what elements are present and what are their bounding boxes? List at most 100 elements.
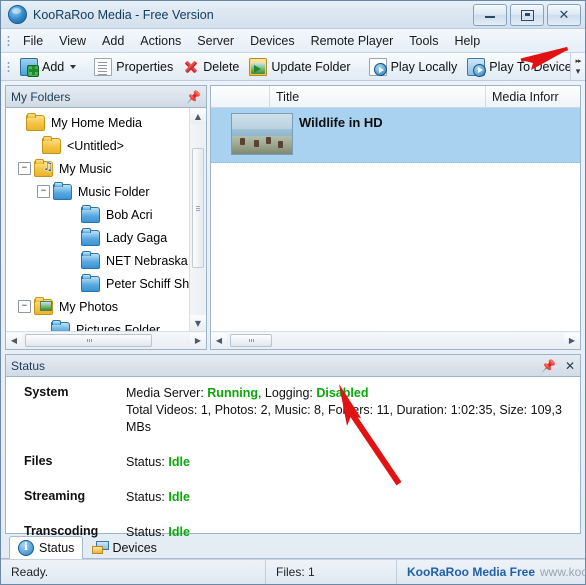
close-icon[interactable]: ✕ xyxy=(565,360,575,372)
delete-icon xyxy=(183,59,199,75)
tree-item-label: Music Folder xyxy=(78,184,150,199)
tree-item-lady-gaga[interactable]: Lady Gaga xyxy=(10,226,206,249)
folder-tree-horizontal-scrollbar[interactable]: ◀ ▶ xyxy=(6,331,206,349)
add-button[interactable]: Add xyxy=(15,56,81,78)
media-list-horizontal-scrollbar[interactable]: ◀ ▶ xyxy=(211,331,580,349)
files-status-prefix: Status: xyxy=(126,455,169,469)
folder-blue-icon xyxy=(81,273,100,292)
update-folder-button-label: Update Folder xyxy=(271,59,351,74)
close-button[interactable]: ✕ xyxy=(547,4,581,26)
tree-item-my-home-media[interactable]: My Home Media xyxy=(10,111,206,134)
play-locally-button[interactable]: Play Locally xyxy=(364,56,463,78)
pin-icon[interactable]: 📌 xyxy=(541,360,556,372)
folder-photo-icon xyxy=(34,296,53,315)
tree-item-net-nebraska[interactable]: NET Nebraska xyxy=(10,249,206,272)
scroll-left-arrow-icon[interactable]: ◀ xyxy=(6,332,22,349)
toolbar-drag-grip[interactable] xyxy=(5,59,12,74)
tree-expander-collapse-icon[interactable]: − xyxy=(37,185,50,198)
tree-expander-collapse-icon[interactable]: − xyxy=(18,300,31,313)
brand-url: www.kooraroo.com xyxy=(540,565,586,579)
network-icon xyxy=(92,541,110,554)
status-row-value: Media Server: Running, Logging: Disabled… xyxy=(126,385,580,436)
properties-button-label: Properties xyxy=(116,59,174,74)
tree-item-label: My Photos xyxy=(59,299,119,314)
menu-item-devices[interactable]: Devices xyxy=(242,31,302,51)
info-icon: i xyxy=(18,540,34,556)
maximize-button[interactable] xyxy=(510,4,544,26)
toolbar-overflow-button[interactable]: ▸▸ ▾ xyxy=(570,53,585,80)
menu-item-add[interactable]: Add xyxy=(94,31,132,51)
my-folders-panel: My Folders 📌 My Home Media <Untitled> − … xyxy=(5,85,207,350)
tree-item-pictures-folder[interactable]: Pictures Folder xyxy=(10,318,206,331)
pin-icon[interactable]: 📌 xyxy=(186,91,201,103)
menu-item-view[interactable]: View xyxy=(51,31,94,51)
menu-bar: File View Add Actions Server Devices Rem… xyxy=(1,29,585,53)
scroll-right-arrow-icon[interactable]: ▶ xyxy=(190,332,206,349)
minimize-icon xyxy=(485,13,495,18)
menu-drag-grip[interactable] xyxy=(5,33,12,48)
scroll-right-arrow-icon[interactable]: ▶ xyxy=(564,332,580,349)
menu-item-remote-player[interactable]: Remote Player xyxy=(303,31,402,51)
folder-music-icon xyxy=(34,158,53,177)
add-button-label: Add xyxy=(42,59,65,74)
column-header-media-information[interactable]: Media Inforr xyxy=(486,86,580,107)
folder-blue-icon xyxy=(81,227,100,246)
media-list-thumbnail-column[interactable] xyxy=(211,86,270,107)
add-dropdown-caret-icon[interactable] xyxy=(70,64,77,69)
menu-item-help[interactable]: Help xyxy=(446,31,488,51)
media-list-row[interactable]: Wildlife in HD xyxy=(211,108,580,163)
logging-state: Disabled xyxy=(316,386,369,400)
tree-item-untitled[interactable]: <Untitled> xyxy=(10,134,206,157)
column-header-title[interactable]: Title xyxy=(270,86,486,107)
transcoding-status-prefix: Status: xyxy=(126,525,169,539)
toolbar-overflow-chevron-icon: ▾ xyxy=(575,66,581,76)
media-server-prefix: Media Server: xyxy=(126,386,208,400)
properties-icon xyxy=(94,57,113,76)
status-row-streaming: Streaming Status: Idle xyxy=(6,489,580,506)
scroll-down-arrow-icon[interactable]: ▼ xyxy=(190,315,206,331)
update-folder-icon xyxy=(249,57,268,76)
tree-item-my-photos[interactable]: − My Photos xyxy=(10,295,206,318)
status-row-transcoding: Transcoding Status: Idle xyxy=(6,524,580,541)
tab-status[interactable]: i Status xyxy=(9,536,84,559)
play-locally-icon xyxy=(368,57,387,76)
folder-yellow-icon xyxy=(26,112,45,131)
my-folders-title: My Folders xyxy=(11,89,71,104)
system-totals-line: Total Videos: 1, Photos: 2, Music: 8, Fo… xyxy=(126,402,580,436)
play-to-device-button[interactable]: Play To Device xyxy=(462,56,586,78)
tree-item-label: <Untitled> xyxy=(67,138,124,153)
tree-expander-collapse-icon[interactable]: − xyxy=(18,162,31,175)
folder-blue-icon xyxy=(81,204,100,223)
minimize-button[interactable] xyxy=(473,4,507,26)
tree-item-music-folder[interactable]: − Music Folder xyxy=(10,180,206,203)
media-list-body[interactable]: Wildlife in HD xyxy=(211,108,580,331)
tree-item-peter-schiff-show[interactable]: Peter Schiff Show xyxy=(10,272,206,295)
status-bar: Ready. Files: 1 KooRaRoo Media Free www.… xyxy=(1,559,586,584)
add-media-icon xyxy=(20,57,39,77)
folder-tree[interactable]: My Home Media <Untitled> − My Music − xyxy=(6,108,206,331)
horizontal-scroll-thumb[interactable] xyxy=(25,334,152,347)
update-folder-button[interactable]: Update Folder xyxy=(244,56,355,78)
horizontal-scroll-thumb[interactable] xyxy=(230,334,272,347)
tree-item-bob-acri[interactable]: Bob Acri xyxy=(10,203,206,226)
folder-tree-vertical-scrollbar[interactable]: ▲ ▼ xyxy=(189,108,206,331)
scroll-left-arrow-icon[interactable]: ◀ xyxy=(211,332,227,349)
app-globe-icon xyxy=(8,5,27,24)
menu-item-file[interactable]: File xyxy=(15,31,51,51)
transcoding-status-value: Idle xyxy=(168,525,190,539)
window-title: KooRaRoo Media - Free Version xyxy=(33,7,214,22)
menu-item-tools[interactable]: Tools xyxy=(401,31,446,51)
status-row-label: Streaming xyxy=(24,489,86,503)
tab-status-label: Status xyxy=(39,541,75,555)
delete-button[interactable]: Delete xyxy=(178,57,244,77)
media-list-panel: Title Media Inforr Wildlife in HD ◀ ▶ xyxy=(210,85,581,350)
toolbar: Add Properties Delete Update Folder Play… xyxy=(1,53,585,81)
tree-item-label: My Music xyxy=(59,161,112,176)
scroll-up-arrow-icon[interactable]: ▲ xyxy=(190,108,206,124)
menu-item-actions[interactable]: Actions xyxy=(132,31,189,51)
tree-item-my-music[interactable]: − My Music xyxy=(10,157,206,180)
status-bar-ready: Ready. xyxy=(1,560,266,584)
properties-button[interactable]: Properties xyxy=(89,56,178,78)
vertical-scroll-thumb[interactable] xyxy=(192,148,204,268)
menu-item-server[interactable]: Server xyxy=(189,31,242,51)
